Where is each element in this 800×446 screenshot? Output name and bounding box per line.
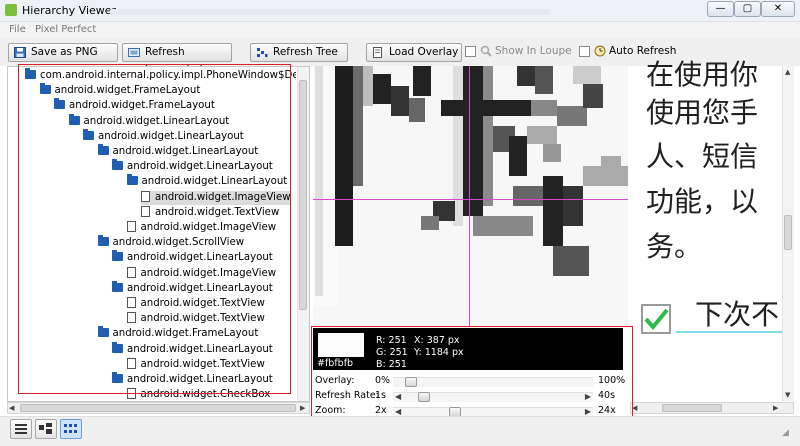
scroll-left-arrow-icon[interactable]: ◀ [9,404,14,412]
crosshair-vertical [469,66,470,326]
save-as-png-label: Save as PNG [31,46,98,58]
phone-text-line-1: 在使用你 [646,58,759,91]
overlay-icon [373,47,382,58]
layout-icon [39,423,52,434]
phone-checkbox-icon [641,304,671,334]
phone-text-line-6: 下次不 [695,298,780,331]
window-title: Hierarchy Viewer [22,4,117,17]
zoomed-pixels [313,66,628,326]
scroll-right-arrow-icon[interactable]: ▶ [300,404,305,412]
resize-grip-icon[interactable]: ◢ [782,428,789,438]
tree-scrollbar-thumb[interactable] [299,80,307,310]
refresh-screenshot-button[interactable]: Refresh Screenshot [122,43,232,75]
scroll-down-arrow-icon[interactable]: ▼ [785,391,790,399]
show-in-loupe-checkbox[interactable] [465,46,476,57]
auto-refresh-label: Auto Refresh [609,45,677,57]
phone-text-line-2: 使用您手 [646,96,759,129]
load-overlay-button[interactable]: Load Overlay [366,43,462,62]
phone-text-line-4: 功能，以 [646,185,759,218]
tree-highlight-box [18,64,291,394]
screenshot-hscrollbar-thumb[interactable] [662,404,722,412]
list-icon [15,424,27,434]
scroll-up-arrow-icon[interactable]: ▲ [785,68,790,76]
phone-text-line-5: 务。 [646,230,703,263]
refresh-tree-label: Refresh Tree [273,46,338,58]
tree-view-button[interactable] [10,419,32,439]
zoomed-preview[interactable] [313,66,628,326]
screenshot-icon [128,48,140,57]
menu-file[interactable]: File [9,24,26,35]
status-bar [0,416,800,446]
grid-icon [64,424,77,433]
save-as-png-button[interactable]: Save as PNG [8,43,118,62]
save-icon [14,47,26,58]
screenshot-scroll-right-icon[interactable]: ▶ [773,404,778,412]
grid-view-button[interactable] [60,419,82,439]
loupe-icon [480,45,492,57]
show-in-loupe-label: Show In Loupe [495,45,572,57]
title-blurred-text [110,9,550,15]
minimize-button[interactable]: — [707,1,734,17]
controls-highlight-box [311,326,633,423]
menu-pixel-perfect[interactable]: Pixel Perfect [35,24,96,35]
app-icon [5,4,17,16]
phone-text-line-3: 人、短信 [646,140,759,173]
tree-icon [257,48,268,57]
auto-refresh-checkbox[interactable] [579,46,590,57]
menu-bar [0,22,800,38]
maximize-button[interactable]: ▢ [734,1,761,17]
clock-icon [594,45,606,57]
refresh-tree-button[interactable]: Refresh Tree [250,43,348,62]
tree-hscrollbar-thumb[interactable] [20,404,296,412]
load-overlay-label: Load Overlay [389,46,459,58]
close-button[interactable]: ✕ [761,1,795,17]
crosshair-horizontal [313,199,628,200]
screenshot-scrollbar-thumb[interactable] [784,215,792,250]
layout-view-button[interactable] [35,419,57,439]
